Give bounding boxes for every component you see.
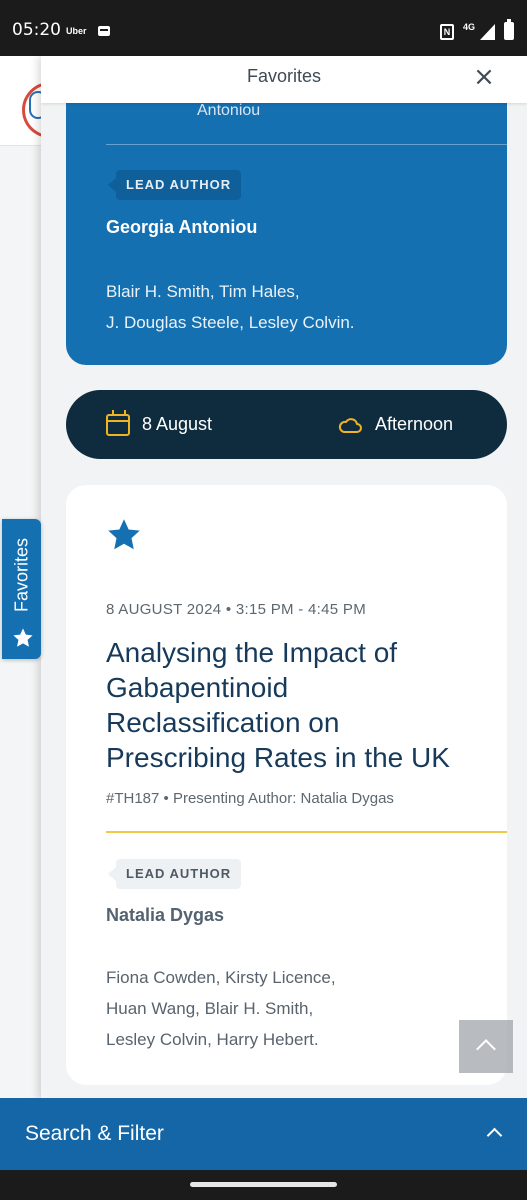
card-divider — [106, 144, 507, 145]
lead-author-name: Natalia Dygas — [106, 905, 225, 925]
favorites-side-tab[interactable]: Favorites — [2, 519, 41, 659]
favorite-session-card[interactable]: 8 AUGUST 2024 • 3:15 PM - 4:45 PM Analys… — [66, 485, 507, 1085]
favorites-drawer: Favorites × Antoniou LEAD AUTHOR Georgia… — [41, 56, 527, 1100]
drawer-title: Favorites — [246, 66, 322, 86]
coauthors-line: J. Douglas Steele, Lesley Colvin. — [106, 313, 355, 332]
status-time: 05:20 — [12, 20, 61, 40]
cloud-icon — [338, 418, 362, 433]
signal-icon — [480, 24, 495, 40]
presenting-author: Antoniou — [197, 102, 261, 119]
lead-author-badge: LEAD AUTHOR — [107, 859, 242, 889]
drawer-header: Favorites × — [41, 56, 527, 103]
coauthors-list: Fiona Cowden, Kirsty Licence, Huan Wang,… — [106, 962, 486, 1055]
session-code-presenter: #TH187 • Presenting Author: Natalia Dyga… — [106, 790, 394, 807]
coauthors-line: Huan Wang, Blair H. Smith, — [106, 999, 314, 1018]
status-bar: 05:20 Uber N 4G — [0, 0, 527, 56]
network-type: 4G — [463, 22, 476, 32]
session-title[interactable]: Analysing the Impact of Gabapentinoid Re… — [106, 635, 486, 775]
coauthors-line: Blair H. Smith, Tim Hales, — [106, 282, 300, 301]
coauthors-line: Fiona Cowden, Kirsty Licence, — [106, 968, 336, 987]
favorites-tab-label: Favorites — [11, 537, 32, 613]
lead-author-name: Georgia Antoniou — [106, 217, 258, 237]
star-icon[interactable] — [106, 517, 142, 553]
session-datetime: 8 AUGUST 2024 • 3:15 PM - 4:45 PM — [106, 601, 366, 618]
search-filter-label: Search & Filter — [25, 1122, 164, 1145]
session-date: 8 August — [142, 414, 213, 434]
close-icon[interactable]: × — [471, 64, 497, 90]
scroll-to-top-button[interactable] — [459, 1020, 513, 1073]
chevron-up-icon[interactable] — [486, 1127, 503, 1144]
search-filter-bar[interactable]: Search & Filter — [0, 1098, 527, 1170]
home-gesture-handle[interactable] — [190, 1182, 337, 1187]
system-nav-bar — [0, 1170, 527, 1200]
coauthors-line: Lesley Colvin, Harry Hebert. — [106, 1030, 319, 1049]
favorite-session-card[interactable]: Antoniou LEAD AUTHOR Georgia Antoniou Bl… — [66, 76, 507, 365]
session-time-of-day: Afternoon — [375, 414, 454, 434]
lead-author-badge: LEAD AUTHOR — [107, 170, 242, 200]
coauthors-list: Blair H. Smith, Tim Hales, J. Douglas St… — [106, 276, 486, 338]
battery-icon — [504, 19, 514, 40]
nfc-icon: N — [440, 24, 454, 40]
star-icon — [13, 628, 33, 647]
card-divider — [106, 831, 507, 833]
calendar-icon — [106, 410, 130, 436]
message-icon — [98, 26, 110, 36]
session-date-bar: 8 August Afternoon — [66, 390, 507, 459]
carrier-label: Uber — [66, 26, 87, 36]
